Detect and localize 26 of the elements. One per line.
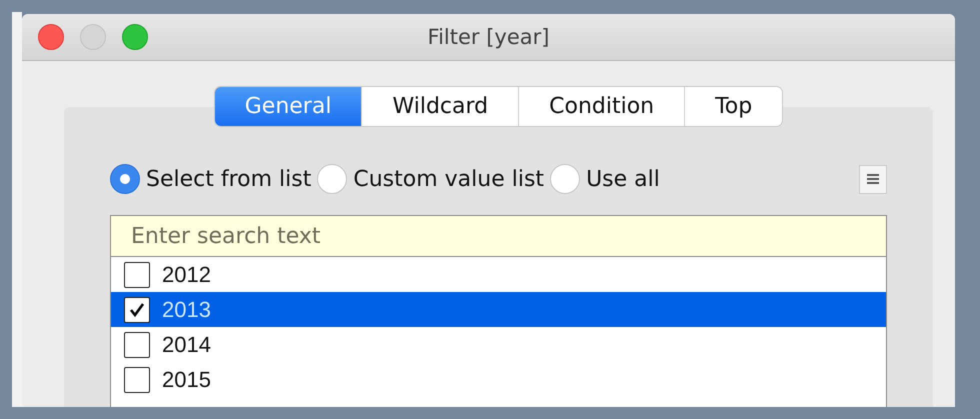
list-row[interactable]: 2014 <box>111 327 886 362</box>
close-button[interactable] <box>38 24 64 50</box>
item-label: 2014 <box>162 332 211 358</box>
radio-label: Use all <box>586 166 660 192</box>
item-label: 2012 <box>162 262 211 288</box>
checkmark-icon <box>129 302 145 318</box>
checkbox[interactable] <box>124 296 150 322</box>
list-row[interactable]: 2012 <box>111 257 886 292</box>
checkbox[interactable] <box>124 366 150 392</box>
radio-button[interactable] <box>550 164 580 194</box>
zoom-button[interactable] <box>122 24 148 50</box>
menu-icon <box>866 172 880 186</box>
radio-label: Custom value list <box>353 166 544 192</box>
checkbox[interactable] <box>124 332 150 358</box>
window-title: Filter [year] <box>428 25 550 49</box>
list-row[interactable]: 2013 <box>111 292 886 327</box>
item-label: 2013 <box>162 296 211 322</box>
search-field[interactable]: Enter search text <box>111 216 886 257</box>
radio-label: Select from list <box>146 166 312 192</box>
checkbox[interactable] <box>124 262 150 288</box>
list-row[interactable]: 2015 <box>111 362 886 397</box>
item-label: 2015 <box>162 366 211 392</box>
menu-button[interactable] <box>859 164 887 194</box>
radio-button[interactable] <box>110 164 140 194</box>
radio-button[interactable] <box>317 164 348 194</box>
tab[interactable]: General <box>214 87 362 126</box>
